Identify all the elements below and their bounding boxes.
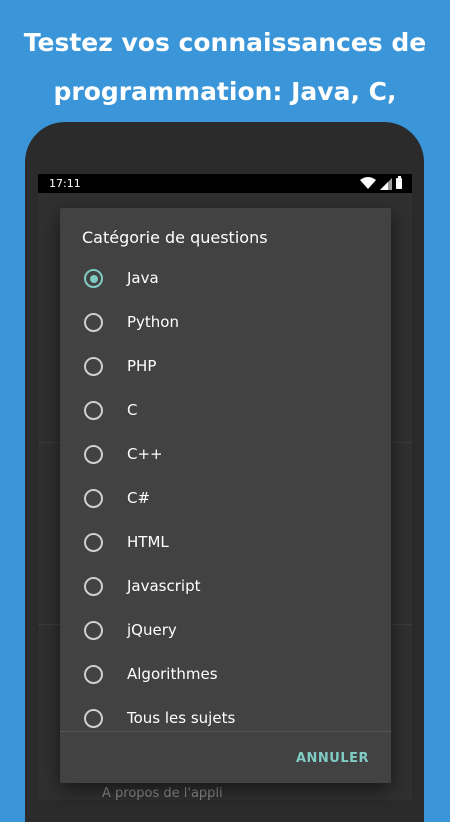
option-label: Javascript bbox=[127, 577, 201, 595]
radio-button[interactable] bbox=[84, 489, 103, 508]
radio-button[interactable] bbox=[84, 401, 103, 420]
dialog-divider bbox=[60, 731, 391, 732]
promo-line-1: Testez vos connaissances de bbox=[23, 28, 427, 57]
about-app-link[interactable]: A propos de l'appli bbox=[102, 786, 223, 800]
category-option-c[interactable]: C bbox=[60, 389, 391, 433]
option-label: Python bbox=[127, 313, 179, 331]
option-label: C bbox=[127, 401, 138, 419]
category-option-jquery[interactable]: jQuery bbox=[60, 609, 391, 653]
radio-button[interactable] bbox=[84, 269, 103, 288]
option-label: Tous les sujets bbox=[127, 709, 236, 727]
radio-button[interactable] bbox=[84, 665, 103, 684]
radio-button[interactable] bbox=[84, 577, 103, 596]
option-label: C# bbox=[127, 489, 151, 507]
category-option-csharp[interactable]: C# bbox=[60, 477, 391, 521]
status-icons bbox=[360, 176, 404, 190]
status-bar: 17:11 bbox=[38, 174, 412, 193]
category-option-java[interactable]: Java bbox=[60, 257, 391, 301]
category-option-algorithmes[interactable]: Algorithmes bbox=[60, 653, 391, 697]
category-option-html[interactable]: HTML bbox=[60, 521, 391, 565]
radio-button[interactable] bbox=[84, 709, 103, 728]
option-label: Algorithmes bbox=[127, 665, 218, 683]
cancel-button[interactable]: ANNULER bbox=[296, 751, 369, 766]
battery-icon bbox=[396, 176, 402, 189]
status-time: 17:11 bbox=[49, 177, 81, 190]
option-label: PHP bbox=[127, 357, 157, 375]
category-list[interactable]: Java Python PHP C C++ C# HTML Javascript… bbox=[60, 257, 391, 731]
option-label: Java bbox=[127, 269, 159, 287]
category-option-php[interactable]: PHP bbox=[60, 345, 391, 389]
option-label: jQuery bbox=[127, 621, 177, 639]
wifi-icon bbox=[360, 177, 376, 189]
category-option-javascript[interactable]: Javascript bbox=[60, 565, 391, 609]
category-option-all-topics[interactable]: Tous les sujets bbox=[60, 697, 391, 731]
option-label: C++ bbox=[127, 445, 163, 463]
option-label: HTML bbox=[127, 533, 169, 551]
radio-button[interactable] bbox=[84, 533, 103, 552]
category-option-cpp[interactable]: C++ bbox=[60, 433, 391, 477]
cell-signal-icon bbox=[380, 178, 392, 190]
radio-button[interactable] bbox=[84, 621, 103, 640]
radio-button[interactable] bbox=[84, 313, 103, 332]
radio-button[interactable] bbox=[84, 357, 103, 376]
radio-button[interactable] bbox=[84, 445, 103, 464]
category-option-python[interactable]: Python bbox=[60, 301, 391, 345]
category-dialog: Catégorie de questions Java Python PHP C… bbox=[60, 208, 391, 783]
dialog-title: Catégorie de questions bbox=[82, 228, 268, 247]
